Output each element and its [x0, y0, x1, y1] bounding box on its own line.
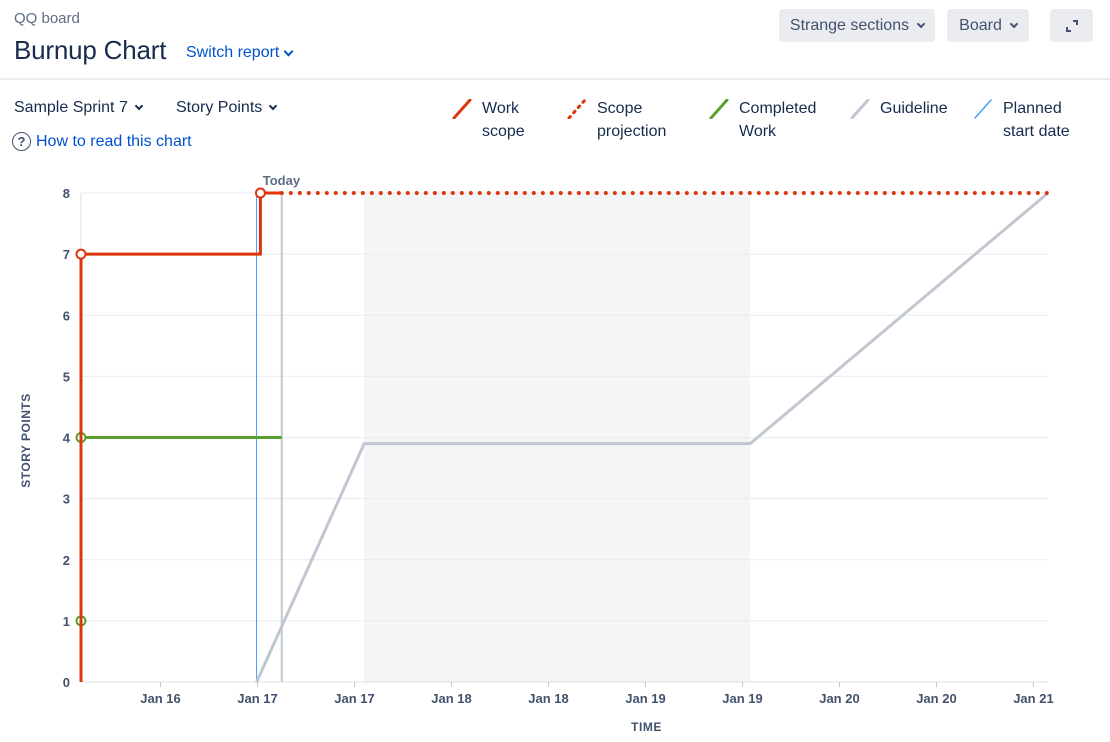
y-tick-label: 5	[63, 369, 70, 384]
x-tick-label: Jan 17	[334, 691, 374, 706]
legend-guideline: Guideline	[850, 97, 948, 120]
report-header: QQ board Burnup Chart Switch report Stra…	[0, 0, 1110, 80]
x-tick-label: Jan 19	[722, 691, 762, 706]
how-to-read-label: How to read this chart	[36, 132, 192, 150]
legend-work-scope: Work scope	[452, 97, 525, 143]
legend-guideline-swatch-icon	[850, 99, 870, 119]
legend-completed-work-label: Completed Work	[739, 100, 817, 140]
legend-guideline-label: Guideline	[880, 100, 948, 117]
x-tick-label: Jan 18	[528, 691, 568, 706]
x-tick-label: Jan 20	[819, 691, 859, 706]
x-tick-label: Jan 17	[237, 691, 277, 706]
legend-completed-work-swatch-icon	[709, 99, 729, 119]
question-circle-icon: ?	[12, 132, 31, 151]
x-axis-title: TIME	[631, 720, 662, 734]
legend-completed-work: Completed Work	[709, 97, 816, 143]
legend-work-scope-label: Work scope	[482, 100, 525, 140]
strange-sections-label: Strange sections	[789, 16, 910, 34]
x-tick-label: Jan 18	[431, 691, 471, 706]
today-label: Today	[263, 173, 301, 188]
chevron-down-icon	[916, 19, 926, 28]
work-scope-point-marker	[254, 187, 266, 199]
x-tick-label: Jan 20	[916, 691, 956, 706]
y-tick-label: 4	[63, 431, 71, 446]
board-button-label: Board	[959, 16, 1002, 34]
estimation-select[interactable]: Story Points	[176, 99, 278, 117]
y-tick-label: 0	[63, 675, 70, 690]
burnup-chart: 0 1 2 3 4 5 6 7 8 Jan 16 Jan 17 Jan 17 Jan 18 Jan 18 J…	[19, 173, 1054, 734]
x-tick-label: Jan 21	[1013, 691, 1053, 706]
y-tick-label: 6	[63, 308, 70, 323]
y-tick-label: 2	[63, 553, 70, 568]
estimation-select-label: Story Points	[176, 99, 263, 116]
y-tick-label: 3	[63, 492, 70, 507]
chevron-down-icon	[269, 101, 278, 111]
strange-sections-button[interactable]: Strange sections	[779, 9, 935, 42]
chevron-down-icon	[134, 101, 144, 111]
x-tick-label: Jan 16	[140, 691, 180, 706]
legend-scope-projection: Scope projection	[567, 97, 666, 143]
board-name[interactable]: QQ board	[14, 10, 80, 27]
y-tick-label: 7	[63, 247, 70, 262]
switch-report-label: Switch report	[186, 44, 280, 61]
switch-report-button[interactable]: Switch report	[186, 44, 294, 62]
expand-button[interactable]	[1050, 9, 1093, 42]
legend-planned-start-date-swatch-icon	[974, 99, 992, 119]
page-title: Burnup Chart	[14, 35, 167, 65]
legend-planned-start-date-label: Planned start date	[1003, 100, 1070, 140]
chevron-down-icon	[283, 46, 294, 56]
work-scope-point-marker	[75, 248, 87, 260]
legend-planned-start-date: Planned start date	[973, 97, 1070, 143]
legend-scope-projection-swatch-icon	[567, 99, 587, 119]
y-tick-label: 8	[63, 186, 70, 201]
how-to-read-link[interactable]: ? How to read this chart	[12, 132, 192, 151]
x-tick-label: Jan 19	[625, 691, 665, 706]
board-button[interactable]: Board	[947, 9, 1029, 42]
sprint-select-label: Sample Sprint 7	[14, 99, 128, 116]
legend-work-scope-swatch-icon	[452, 99, 472, 119]
sprint-select[interactable]: Sample Sprint 7	[14, 99, 144, 117]
expand-icon	[1065, 19, 1078, 32]
legend-scope-projection-label: Scope projection	[597, 100, 667, 140]
y-axis-title: STORY POINTS	[19, 393, 33, 487]
y-tick-label: 1	[63, 614, 70, 629]
chevron-down-icon	[1009, 19, 1019, 28]
